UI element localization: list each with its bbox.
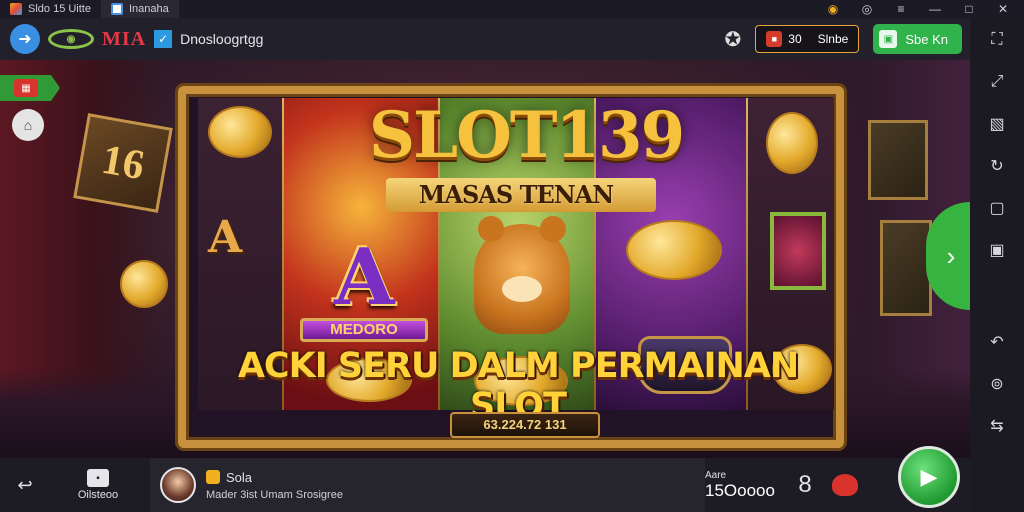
card-decoration	[880, 220, 932, 316]
expand-icon[interactable]: ⤢	[984, 70, 1010, 94]
coin-label: Slnbe	[817, 32, 849, 46]
app-title: Dnosloogrtgg	[180, 31, 264, 47]
app-store-icon: ✓	[154, 30, 173, 48]
game-title: SLOT139	[368, 98, 685, 173]
eye-logo-icon: ◉	[48, 29, 94, 49]
maximize-icon[interactable]: □	[962, 2, 976, 16]
coin-symbol	[208, 106, 272, 158]
badge-icon	[206, 470, 220, 484]
home-button[interactable]: ➜	[10, 24, 40, 54]
minimize-icon[interactable]: —	[928, 2, 942, 16]
game-subtitle: MASAS TENAN	[418, 180, 614, 209]
game-viewport[interactable]: 16 ▦ ⌂ A A MEDORO SLOT139 MASAS TENAN AC…	[0, 60, 970, 458]
coin-symbol	[626, 220, 722, 280]
menu-icon[interactable]: ≡	[894, 2, 908, 16]
toolbar-right: ✪ ■ 30 Slnbe ▣ Sbe Kn	[725, 24, 970, 54]
settings-button[interactable]: ▪ Oilsteoo	[50, 469, 146, 501]
tiger-symbol	[474, 216, 570, 334]
emulator-window: Sldo 15 Uitte Inanaha ◉ ◎ ≡ — □ ✕ ➜ ◉ MI…	[0, 0, 1024, 512]
gift-icon: ■	[766, 31, 783, 47]
window-controls: ◉ ◎ ≡ — □ ✕	[826, 2, 1024, 16]
fullscreen-icon[interactable]: ⛶	[984, 28, 1010, 52]
home-icon[interactable]: ⌂	[12, 109, 44, 141]
profile-name-row: Sola	[206, 470, 343, 485]
stat-block: Aare 15Ooooo	[705, 470, 785, 501]
window-icon	[110, 3, 123, 15]
location-icon[interactable]: ⊚	[984, 372, 1010, 396]
bottom-plate: 63.224.72 131	[450, 412, 600, 438]
window-icon[interactable]: ▣	[984, 238, 1010, 262]
coin-decoration	[120, 260, 168, 308]
controller-icon: ▶	[920, 464, 938, 489]
back-icon[interactable]: ↶	[984, 330, 1010, 354]
letter-a-symbol: A	[208, 212, 243, 263]
profile-panel[interactable]: Sola Mader 3ist Umam Srosigree	[150, 458, 705, 512]
tiger-ear	[478, 216, 504, 242]
avatar	[160, 467, 196, 503]
top-toolbar: ➜ ◉ MIA ✓ Dnosloogrtgg ✪ ■ 30 Slnbe ▣ Sb…	[0, 18, 970, 60]
tab-window[interactable]: Inanaha	[100, 0, 179, 18]
tab-app-label: Sldo 15 Uitte	[28, 3, 91, 15]
coin-symbol	[766, 112, 818, 174]
toolbox-icon: ▪	[87, 469, 109, 487]
brand-logo: MIA	[102, 27, 147, 50]
profile-text: Sola Mader 3ist Umam Srosigree	[206, 470, 343, 501]
slot-machine[interactable]: A A MEDORO SLOT139 MASAS TENAN ACKI SERU…	[178, 86, 844, 448]
dice-decoration: 16	[73, 113, 173, 213]
letter-plate: MEDORO	[300, 318, 428, 342]
play-button[interactable]: ▶	[898, 446, 960, 508]
arrow-icon: ➜	[18, 31, 32, 48]
heart-button[interactable]	[825, 474, 865, 496]
close-icon[interactable]: ✕	[996, 2, 1010, 16]
swap-icon[interactable]: ⇆	[984, 414, 1010, 438]
green-action-button[interactable]: ▣ Sbe Kn	[873, 24, 962, 54]
card-decoration	[868, 120, 928, 200]
tab-window-label: Inanaha	[128, 3, 169, 15]
screen-icon[interactable]: ▧	[984, 112, 1010, 136]
chevron-right-icon: ›	[946, 240, 956, 271]
eight-indicator[interactable]: 8	[785, 471, 825, 499]
profile-description: Mader 3ist Umam Srosigree	[206, 488, 343, 501]
stat-value: 15Ooooo	[705, 480, 775, 500]
right-sidebar: ⛶ ⤢ ▧ ↻ ▢ ▣ ↶ ⊚ ⇆	[970, 18, 1024, 512]
sync-icon[interactable]: ↻	[984, 154, 1010, 178]
stat-label: Aare	[705, 469, 727, 481]
letter-a-big-symbol: A	[334, 232, 395, 323]
game-center-button[interactable]: ▦	[0, 75, 60, 101]
profile-name: Sola	[226, 469, 253, 485]
heart-icon	[832, 474, 858, 496]
tiger-snout	[502, 276, 542, 302]
help-icon[interactable]: ◎	[860, 2, 874, 16]
coin-icon[interactable]: ◉	[826, 2, 840, 16]
coin-balance[interactable]: ■ 30 Slnbe	[755, 25, 860, 53]
tiger-ear	[540, 216, 566, 242]
green-button-label: Sbe Kn	[905, 31, 948, 47]
star-icon[interactable]: ✪	[725, 27, 742, 52]
store-icon: ▣	[879, 30, 898, 48]
bottom-bar: ↩ ▪ Oilsteoo Sola Mader 3ist Umam Srosig…	[0, 458, 970, 512]
gamepad-icon: ▦	[14, 79, 38, 97]
app-logo-icon	[10, 3, 22, 15]
left-side-panel: ▦ ⌂	[0, 75, 60, 141]
frame-icon[interactable]: ▢	[984, 196, 1010, 220]
title-bar: Sldo 15 Uitte Inanaha ◉ ◎ ≡ — □ ✕	[0, 0, 1024, 18]
dice-number: 16	[98, 136, 148, 190]
back-arrow-icon[interactable]: ↩	[0, 475, 50, 496]
coin-value: 30	[788, 32, 802, 46]
jewel-box-symbol	[770, 212, 826, 290]
settings-label: Oilsteoo	[77, 489, 119, 501]
tab-app[interactable]: Sldo 15 Uitte	[0, 0, 101, 18]
